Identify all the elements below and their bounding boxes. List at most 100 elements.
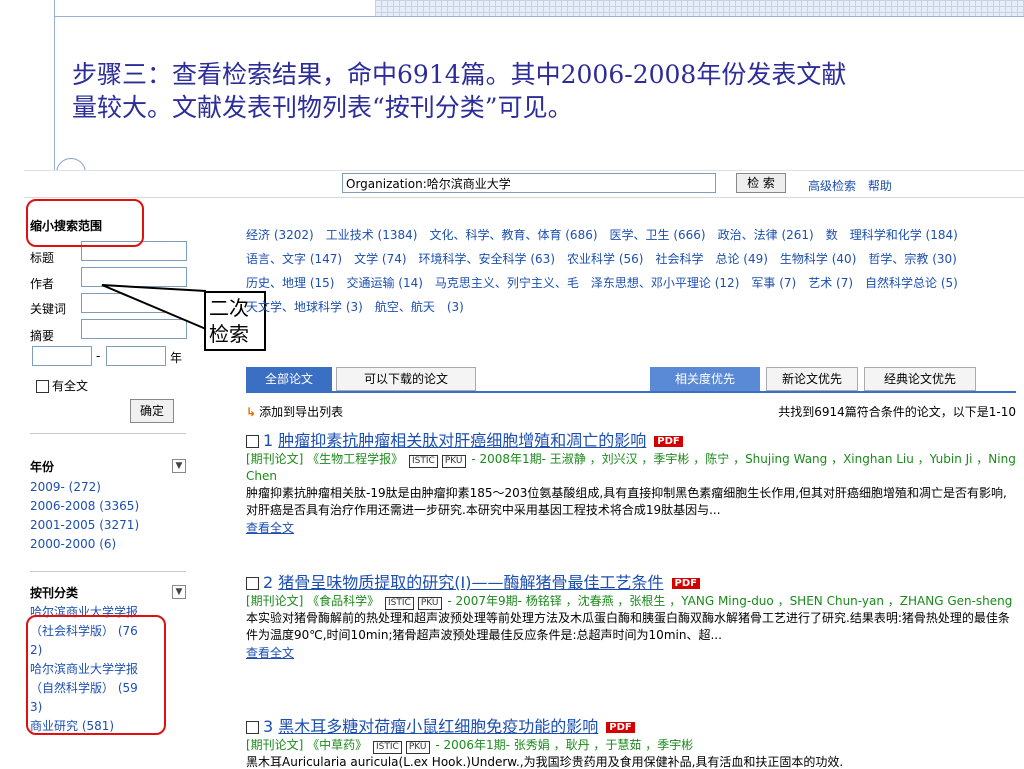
category-link[interactable]: 历史、地理 (15) — [246, 276, 334, 290]
checkbox-icon[interactable] — [36, 380, 49, 393]
category-link[interactable]: 语言、文字 (147) — [246, 252, 342, 266]
view-fulltext-link[interactable]: 查看全文 — [246, 519, 1016, 537]
year-facet-title: 年份 — [30, 460, 55, 474]
callout-line-2: 检索 — [209, 322, 249, 346]
istic-badge: ISTIC — [385, 597, 414, 610]
category-link[interactable]: 哲学、宗教 (30) — [868, 252, 956, 266]
confirm-button[interactable]: 确定 — [130, 399, 174, 423]
annotation-highlight-narrow-search — [26, 199, 144, 247]
category-link[interactable]: 文化、科学、教育、体育 (686) — [429, 228, 597, 242]
category-link[interactable]: 总论 (49) — [715, 252, 767, 266]
result-item: 2 猪骨呈味物质提取的研究(Ⅰ)——酶解猪骨最佳工艺条件 PDF [期刊论文] 《… — [246, 569, 1016, 662]
result-title-link[interactable]: 猪骨呈味物质提取的研究(Ⅰ)——酶解猪骨最佳工艺条件 — [278, 573, 663, 592]
category-link[interactable]: 经济 (3202) — [246, 228, 314, 242]
search-input[interactable]: Organization:哈尔滨商业大学 — [342, 173, 716, 193]
fulltext-label: 有全文 — [52, 379, 89, 393]
year-facet-item[interactable]: 2001-2005 (3271) — [30, 516, 139, 535]
result-title-link[interactable]: 肿瘤抑素抗肿瘤相关肽对肝癌细胞增殖和凋亡的影响 — [278, 431, 646, 450]
result-source: [期刊论文] 《生物工程学报》 — [246, 452, 404, 466]
category-link[interactable]: 交通运输 (14) — [346, 276, 422, 290]
result-title-row: 2 猪骨呈味物质提取的研究(Ⅰ)——酶解猪骨最佳工艺条件 PDF — [246, 569, 1016, 593]
sidebar-divider — [30, 433, 186, 434]
category-link[interactable]: 环境科学、安全科学 (63) — [419, 252, 555, 266]
embedded-screenshot: Organization:哈尔滨商业大学 检 索 高级检索 帮助 缩小搜索范围 … — [24, 170, 1024, 769]
category-link[interactable]: 政治、法律 (261) — [718, 228, 814, 242]
result-tabs: 全部论文 可以下载的论文 相关度优先 新论文优先 经典论文优先 — [246, 367, 1016, 393]
field-label-keyword: 关键词 — [30, 302, 67, 316]
tab-downloadable[interactable]: 可以下载的论文 — [336, 367, 476, 391]
sort-classic-button[interactable]: 经典论文优先 — [864, 367, 976, 391]
field-label-title: 标题 — [30, 251, 55, 265]
fulltext-checkbox[interactable]: 有全文 — [36, 377, 88, 394]
result-checkbox[interactable] — [246, 721, 259, 734]
chevron-down-icon[interactable]: ▼ — [172, 585, 186, 599]
year-suffix: 年 — [170, 351, 183, 365]
slide-decoration-line — [54, 16, 1024, 17]
year-facet-item[interactable]: 2009- (272) — [30, 478, 139, 497]
result-source: [期刊论文] 《食品科学》 — [246, 594, 380, 608]
field-label-abstract: 摘要 — [30, 329, 55, 343]
result-item: 1 肿瘤抑素抗肿瘤相关肽对肝癌细胞增殖和凋亡的影响 PDF [期刊论文] 《生物工… — [246, 427, 1016, 537]
category-link[interactable]: 生物科学 (40) — [780, 252, 856, 266]
year-facet-item[interactable]: 2000-2000 (6) — [30, 535, 139, 554]
pku-badge: PKU — [417, 597, 442, 610]
result-authors: - 2006年1期- 张秀娟 ，耿丹 ，于慧茹 ，季宇彬 — [435, 738, 694, 752]
result-number: 1 — [263, 431, 274, 450]
slide-heading-line-1: 步骤三：查看检索结果，命中6914篇。其中2006-2008年份发表文献 — [72, 60, 847, 89]
results-toolbar: ↳ 添加到导出列表 共找到6914篇符合条件的论文，以下是1-10 — [246, 403, 1016, 421]
category-link[interactable]: 数 — [826, 228, 838, 242]
pdf-icon[interactable]: PDF — [606, 722, 635, 733]
category-link[interactable]: 文学 (74) — [354, 252, 406, 266]
category-link[interactable]: 农业科学 (56) — [567, 252, 643, 266]
result-number: 3 — [263, 717, 274, 736]
category-link[interactable]: 工业技术 (1384) — [326, 228, 418, 242]
category-list: 经济 (3202) 工业技术 (1384) 文化、科学、教育、体育 (686) 医学、… — [246, 223, 1021, 319]
result-checkbox[interactable] — [246, 435, 259, 448]
year-from-field[interactable] — [32, 346, 92, 366]
pku-badge: PKU — [405, 741, 430, 754]
category-link[interactable]: 理科学和化学 (184) — [850, 228, 958, 242]
export-link[interactable]: ↳ 添加到导出列表 — [246, 403, 343, 420]
sort-relevance-button[interactable]: 相关度优先 — [650, 367, 760, 391]
view-fulltext-link[interactable]: 查看全文 — [246, 644, 1016, 662]
year-to-field[interactable] — [106, 346, 166, 366]
advanced-search-link[interactable]: 高级检索 — [808, 179, 856, 193]
slide-decoration-grid — [375, 0, 1024, 16]
field-label-author: 作者 — [30, 277, 55, 291]
export-label: 添加到导出列表 — [259, 405, 344, 419]
result-abstract: 黑木耳Auricularia auricula(L.ex Hook.)Under… — [246, 755, 844, 769]
category-link[interactable]: 马克思主义、列宁主义、毛 — [435, 276, 579, 290]
journal-facet-title: 按刊分类 — [30, 586, 79, 600]
sort-newest-button[interactable]: 新论文优先 — [766, 367, 858, 391]
result-number: 2 — [263, 573, 274, 592]
istic-badge: ISTIC — [409, 455, 438, 468]
pdf-icon[interactable]: PDF — [671, 578, 700, 589]
slide-heading-line-2: 量较大。文献发表刊物列表“按刊分类”可见。 — [72, 93, 573, 122]
category-link[interactable]: 自然科学总论 (5) — [865, 276, 958, 290]
result-meta: [期刊论文] 《生物工程学报》 ISTIC PKU - 2008年1期- 王淑静 … — [246, 451, 1016, 485]
category-link[interactable]: 军事 (7) — [751, 276, 796, 290]
slide-heading: 步骤三：查看检索结果，命中6914篇。其中2006-2008年份发表文献 量较大… — [72, 58, 992, 124]
pku-badge: PKU — [441, 455, 466, 468]
result-checkbox[interactable] — [246, 577, 259, 590]
result-title-link[interactable]: 黑木耳多糖对荷瘤小鼠红细胞免疫功能的影响 — [278, 717, 598, 736]
year-facet-item[interactable]: 2006-2008 (3365) — [30, 497, 139, 516]
result-title-row: 3 黑木耳多糖对荷瘤小鼠红细胞免疫功能的影响 PDF — [246, 713, 1016, 737]
category-link[interactable]: 社会科学 — [655, 252, 703, 266]
help-link[interactable]: 帮助 — [868, 179, 892, 193]
category-link[interactable]: 医学、卫生 (666) — [610, 228, 706, 242]
category-link[interactable]: 天文学、地球科学 (3) — [246, 300, 363, 314]
category-link[interactable]: 航空、航天 — [375, 300, 435, 314]
result-count: 共找到6914篇符合条件的论文，以下是1-10 — [778, 405, 1016, 419]
slide-decoration-line-vertical — [54, 0, 55, 180]
category-link[interactable]: 艺术 (7) — [808, 276, 853, 290]
result-meta: [期刊论文] 《中草药》 ISTIC PKU - 2006年1期- 张秀娟 ，耿丹… — [246, 737, 1016, 754]
tab-all-papers[interactable]: 全部论文 — [246, 367, 332, 391]
category-link[interactable]: 泽东思想、邓小平理论 (12) — [591, 276, 739, 290]
chevron-down-icon[interactable]: ▼ — [172, 459, 186, 473]
pdf-icon[interactable]: PDF — [654, 436, 683, 447]
result-authors: - 2007年9期- 杨铭铎 ，沈春燕 ，张根生 ，YANG Ming-duo … — [447, 594, 1013, 608]
category-link[interactable]: (3) — [447, 300, 464, 314]
result-meta: [期刊论文] 《食品科学》 ISTIC PKU - 2007年9期- 杨铭铎 ，沈… — [246, 593, 1016, 610]
search-button[interactable]: 检 索 — [736, 173, 786, 193]
